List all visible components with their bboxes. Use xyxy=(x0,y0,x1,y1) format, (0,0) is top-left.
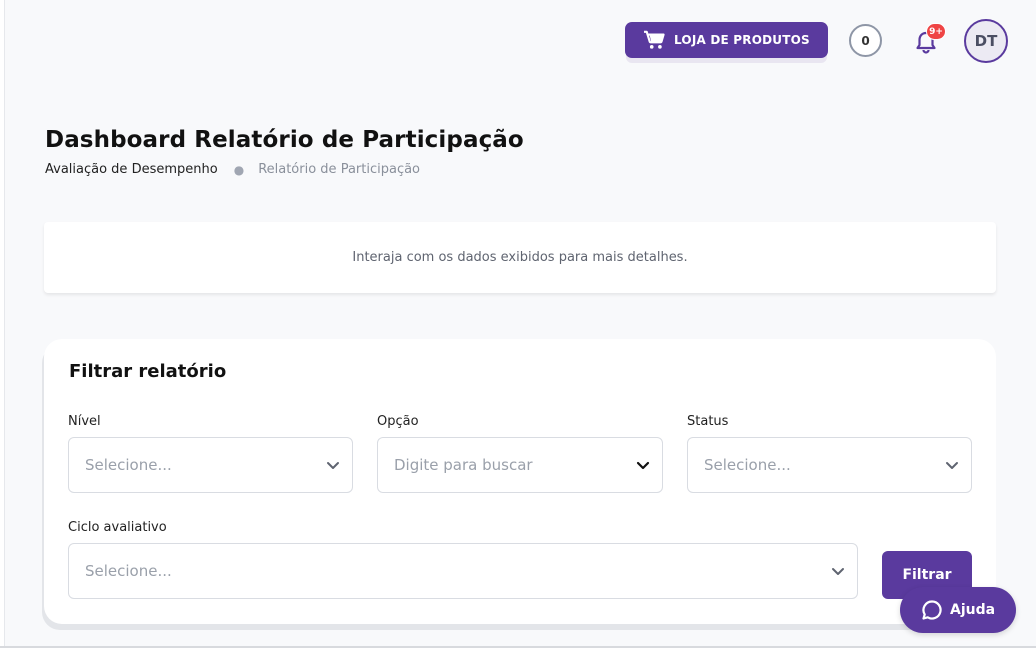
nivel-label: Nível xyxy=(68,414,101,429)
ciclo-select[interactable]: Selecione... xyxy=(68,543,858,599)
chevron-down-icon xyxy=(327,462,339,469)
info-text: Interaja com os dados exibidos para mais… xyxy=(352,250,688,265)
breadcrumb-item-avaliacao[interactable]: Avaliação de Desempenho xyxy=(45,162,218,177)
info-card: Interaja com os dados exibidos para mais… xyxy=(44,222,996,293)
opcao-search-select[interactable]: Digite para buscar xyxy=(377,437,663,493)
chevron-down-icon xyxy=(946,462,958,469)
left-edge xyxy=(0,0,5,648)
nivel-select[interactable]: Selecione... xyxy=(68,437,353,493)
status-select-value: Selecione... xyxy=(704,456,791,474)
ciclo-label: Ciclo avaliativo xyxy=(68,520,167,535)
notification-badge: 9+ xyxy=(926,23,946,40)
help-button[interactable]: Ajuda xyxy=(900,587,1016,633)
nivel-select-value: Selecione... xyxy=(85,456,172,474)
shop-button[interactable]: LOJA DE PRODUTOS xyxy=(625,22,828,58)
opcao-label: Opção xyxy=(377,414,419,429)
status-select[interactable]: Selecione... xyxy=(687,437,972,493)
breadcrumb-separator: ● xyxy=(233,162,245,177)
chevron-down-icon xyxy=(832,568,844,575)
page-title: Dashboard Relatório de Participação xyxy=(45,127,524,153)
filter-title: Filtrar relatório xyxy=(69,361,227,382)
cart-icon xyxy=(644,30,665,49)
shop-button-label: LOJA DE PRODUTOS xyxy=(674,33,810,47)
opcao-select-placeholder: Digite para buscar xyxy=(394,456,533,474)
help-button-label: Ajuda xyxy=(950,602,996,618)
breadcrumb: Avaliação de Desempenho ● Relatório de P… xyxy=(45,162,420,177)
status-label: Status xyxy=(687,414,729,429)
filter-card: Filtrar relatório Nível Selecione... Opç… xyxy=(44,339,996,624)
coin-counter[interactable]: 0 xyxy=(849,24,882,57)
breadcrumb-item-current: Relatório de Participação xyxy=(258,162,421,177)
avatar[interactable]: DT xyxy=(964,19,1008,63)
chat-bubble-icon xyxy=(922,600,942,620)
chevron-down-icon xyxy=(636,461,650,470)
corner-artifact: ❛ xyxy=(18,0,21,5)
ciclo-select-value: Selecione... xyxy=(85,562,172,580)
